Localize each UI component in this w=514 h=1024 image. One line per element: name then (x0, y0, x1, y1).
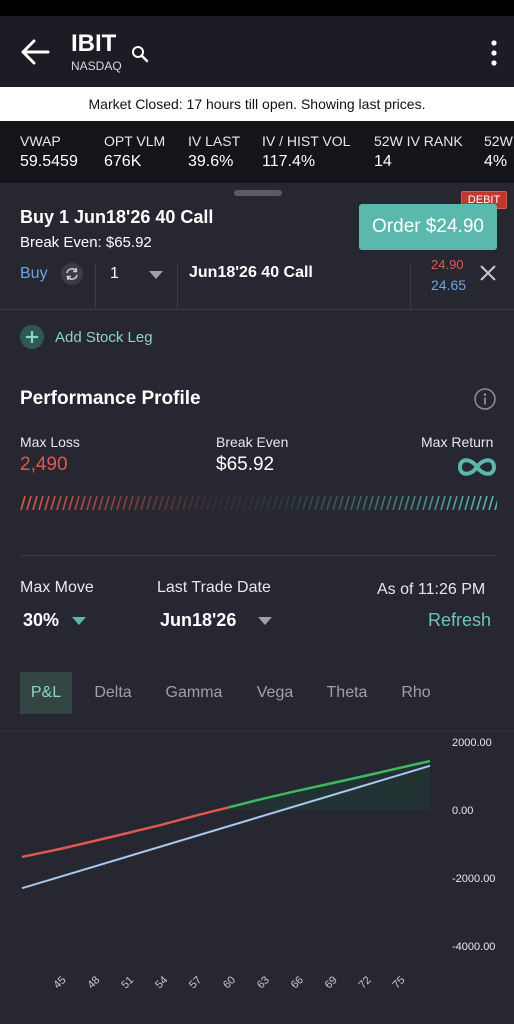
tab-delta[interactable]: Delta (87, 672, 139, 714)
order-sheet: Buy 1 Jun18'26 40 Call Break Even: $65.9… (0, 183, 514, 1024)
x-tick-label: 45 (51, 974, 68, 991)
stat-52w: 52W 4% (484, 133, 513, 171)
pnl-today-line (21, 764, 431, 890)
option-leg-row: Buy 1 Jun18'26 40 Call 24.90 24.65 (0, 257, 514, 310)
leg-quantity[interactable]: 1 (110, 265, 119, 283)
divider (410, 263, 411, 309)
order-button[interactable]: Order $24.90 (359, 204, 497, 250)
section-divider (20, 555, 497, 556)
infinity-icon (457, 458, 497, 476)
max-loss-label: Max Loss (20, 434, 80, 450)
stat-label: OPT VLM (104, 133, 166, 149)
y-tick-label: 0.00 (452, 805, 473, 817)
stat-52w-iv-rank: 52W IV RANK 14 (374, 133, 463, 171)
stat-label: 52W (484, 133, 513, 149)
y-tick-label: 2000.00 (452, 737, 492, 749)
stat-value: 676K (104, 153, 142, 170)
tab-gamma[interactable]: Gamma (160, 672, 228, 714)
market-status-banner: Market Closed: 17 hours till open. Showi… (0, 87, 514, 121)
pnl-chart[interactable]: 2000.00 0.00 -2000.00 -4000.00 45 48 51 54 57 60 6… (0, 728, 514, 1024)
stat-value: 14 (374, 153, 392, 170)
drag-handle[interactable] (234, 190, 282, 196)
search-icon[interactable] (130, 44, 150, 64)
swap-icon[interactable] (61, 263, 83, 285)
max-move-select[interactable]: 30% (23, 610, 59, 631)
tab-vega[interactable]: Vega (250, 672, 300, 714)
x-tick-label: 54 (153, 974, 170, 991)
max-move-label: Max Move (20, 579, 94, 596)
status-bar (0, 0, 514, 16)
last-trade-date-select[interactable]: Jun18'26 (160, 610, 236, 631)
ticker-symbol: IBIT (71, 30, 117, 57)
stat-label: 52W IV RANK (374, 133, 463, 149)
x-tick-label: 48 (85, 974, 102, 991)
last-trade-date-label: Last Trade Date (157, 579, 271, 596)
back-arrow-icon[interactable] (18, 36, 52, 68)
x-tick-label: 75 (390, 974, 407, 991)
leg-bid-price: 24.65 (431, 277, 467, 293)
y-tick-label: -2000.00 (452, 873, 495, 885)
stat-vwap: VWAP 59.5459 (20, 133, 78, 171)
x-tick-label: 57 (187, 974, 204, 991)
exchange-label: NASDAQ (71, 59, 122, 73)
divider (95, 263, 96, 309)
x-tick-label: 66 (289, 974, 306, 991)
stat-label: VWAP (20, 133, 61, 149)
add-stock-leg-label: Add Stock Leg (55, 329, 153, 346)
stat-value: 117.4% (262, 153, 316, 170)
stats-strip[interactable]: VWAP 59.5459 OPT VLM 676K IV LAST 39.6% … (0, 121, 514, 183)
divider (177, 263, 178, 309)
leg-ask-price: 24.90 (431, 257, 464, 272)
x-tick-label: 63 (255, 974, 272, 991)
stat-iv-last: IV LAST 39.6% (188, 133, 240, 171)
close-icon[interactable] (478, 263, 498, 283)
stat-value: 4% (484, 153, 508, 170)
performance-gradient-bar (20, 496, 497, 510)
x-tick-label: 60 (221, 974, 238, 991)
leg-description[interactable]: Jun18'26 40 Call (189, 264, 313, 282)
chevron-down-icon[interactable] (72, 617, 86, 625)
order-break-even: Break Even: $65.92 (20, 234, 152, 251)
pnl-loss-line (21, 806, 230, 859)
chevron-down-icon[interactable] (258, 617, 272, 625)
max-return-label: Max Return (421, 434, 494, 450)
info-icon[interactable] (474, 388, 496, 410)
as-of-time: As of 11:26 PM (377, 581, 486, 598)
y-tick-label: -4000.00 (452, 941, 495, 953)
break-even-label: Break Even (216, 434, 289, 450)
stat-value: 59.5459 (20, 153, 78, 170)
order-title: Buy 1 Jun18'26 40 Call (20, 207, 214, 227)
performance-title: Performance Profile (20, 388, 201, 409)
leg-side-toggle[interactable]: Buy (20, 265, 48, 283)
app-header: IBIT NASDAQ (0, 16, 514, 87)
stat-value: 39.6% (188, 153, 234, 170)
max-loss-value: 2,490 (20, 454, 68, 475)
stat-opt-vlm: OPT VLM 676K (104, 133, 165, 171)
stat-iv-hist-vol: IV / HIST VOL 117.4% (262, 133, 350, 171)
x-tick-label: 69 (323, 974, 340, 991)
more-vert-icon[interactable] (484, 38, 504, 68)
stat-label: IV / HIST VOL (262, 133, 351, 149)
x-tick-label: 51 (119, 974, 136, 991)
refresh-button[interactable]: Refresh (428, 610, 491, 631)
stat-label: IV LAST (188, 133, 241, 149)
greek-tabs: P&L Delta Gamma Vega Theta Rho (20, 672, 497, 714)
break-even-value: $65.92 (216, 454, 275, 475)
tab-pnl[interactable]: P&L (20, 672, 72, 714)
tab-theta[interactable]: Theta (321, 672, 373, 714)
tab-rho[interactable]: Rho (396, 672, 436, 714)
plus-icon (20, 325, 44, 349)
x-tick-label: 72 (357, 974, 374, 991)
chevron-down-icon[interactable] (149, 271, 163, 279)
